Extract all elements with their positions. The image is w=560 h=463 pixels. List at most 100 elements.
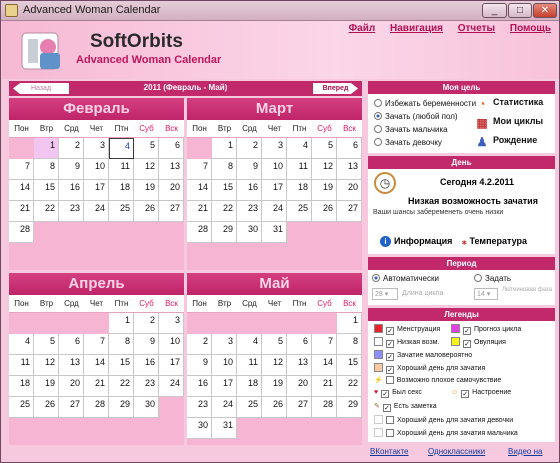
day-cell[interactable]: 8 [337, 334, 362, 355]
day-cell[interactable]: 3 [262, 138, 287, 159]
day-cell[interactable]: 22 [109, 376, 134, 397]
day-cell[interactable]: 22 [337, 376, 362, 397]
day-cell[interactable]: 20 [159, 180, 184, 201]
day-cell[interactable]: 19 [262, 376, 287, 397]
day-cell[interactable]: 10 [262, 159, 287, 180]
vk-link[interactable]: ВКонтакте [370, 447, 409, 456]
temperature-button[interactable]: ⁎ Температура [462, 236, 527, 247]
day-cell[interactable]: 29 [109, 397, 134, 418]
day-cell[interactable]: 9 [237, 159, 262, 180]
day-cell[interactable]: 14 [84, 355, 109, 376]
day-cell[interactable]: 22 [212, 201, 237, 222]
day-cell[interactable]: 26 [34, 397, 59, 418]
day-cell[interactable]: 21 [9, 201, 34, 222]
day-cell[interactable]: 27 [287, 397, 312, 418]
day-cell[interactable]: 18 [9, 376, 34, 397]
day-cell[interactable]: 12 [134, 159, 159, 180]
day-cell[interactable]: 6 [159, 138, 184, 159]
day-cell[interactable]: 5 [262, 334, 287, 355]
day-cell[interactable]: 14 [187, 180, 212, 201]
day-cell[interactable]: 8 [109, 334, 134, 355]
day-cell[interactable]: 25 [287, 201, 312, 222]
legend-girl-day[interactable]: Хороший день для зачатия девочки [374, 415, 513, 424]
day-cell[interactable]: 14 [312, 355, 337, 376]
legend-menstruation[interactable]: ✓ Менструация [374, 324, 440, 335]
day-cell[interactable]: 4 [287, 138, 312, 159]
day-cell[interactable]: 4 [109, 138, 134, 159]
legend-bad-feeling[interactable]: ⚡ Возможно плохое самочувствие [374, 376, 501, 384]
menu-navigation[interactable]: Навигация [390, 23, 443, 34]
ok-link[interactable]: Одноклассники [428, 447, 485, 456]
day-cell[interactable]: 5 [134, 138, 159, 159]
day-cell[interactable]: 15 [34, 180, 59, 201]
day-cell[interactable]: 18 [109, 180, 134, 201]
day-cell[interactable]: 25 [9, 397, 34, 418]
day-cell[interactable]: 12 [312, 159, 337, 180]
day-cell[interactable]: 1 [337, 313, 362, 334]
day-cell[interactable]: 4 [237, 334, 262, 355]
close-button[interactable]: ✕ [533, 3, 557, 18]
day-cell[interactable]: 21 [312, 376, 337, 397]
goal-option-avoid[interactable]: Избежать беременности [374, 99, 476, 108]
day-cell[interactable]: 7 [9, 159, 34, 180]
day-cell[interactable]: 20 [287, 376, 312, 397]
prev-button[interactable]: Назад [13, 83, 69, 94]
day-cell[interactable]: 19 [34, 376, 59, 397]
day-cell[interactable]: 23 [59, 201, 84, 222]
day-cell[interactable]: 3 [212, 334, 237, 355]
day-cell[interactable]: 28 [312, 397, 337, 418]
checkbox-checked[interactable]: ✓ [386, 366, 394, 374]
legend-forecast[interactable]: ✓ Прогноз цикла [451, 324, 521, 335]
day-cell[interactable]: 23 [187, 397, 212, 418]
day-cell[interactable]: 14 [9, 180, 34, 201]
goal-option-boy[interactable]: Зачать мальчика [374, 125, 448, 134]
cycle-length-select[interactable]: 28 ▾ [372, 288, 398, 300]
checkbox-checked[interactable]: ✓ [382, 404, 391, 412]
day-cell[interactable]: 28 [84, 397, 109, 418]
day-cell[interactable]: 6 [59, 334, 84, 355]
day-cell[interactable]: 8 [34, 159, 59, 180]
day-cell[interactable]: 16 [187, 376, 212, 397]
menu-file[interactable]: Файл [349, 23, 376, 34]
menu-help[interactable]: Помощь [510, 23, 551, 34]
day-cell[interactable]: 17 [262, 180, 287, 201]
day-cell[interactable]: 23 [134, 376, 159, 397]
day-cell[interactable]: 11 [109, 159, 134, 180]
day-cell[interactable]: 17 [159, 355, 184, 376]
checkbox[interactable] [385, 376, 394, 384]
goal-option-any[interactable]: Зачать (любой пол) [374, 112, 458, 121]
day-cell[interactable]: 4 [9, 334, 34, 355]
day-cell[interactable]: 2 [187, 334, 212, 355]
day-cell[interactable]: 12 [262, 355, 287, 376]
day-cell[interactable]: 30 [237, 222, 262, 243]
day-cell[interactable]: 6 [287, 334, 312, 355]
day-cell[interactable]: 10 [159, 334, 184, 355]
day-cell[interactable]: 19 [312, 180, 337, 201]
day-cell[interactable]: 11 [9, 355, 34, 376]
minimize-button[interactable]: _ [482, 3, 507, 18]
next-button[interactable]: Вперед [313, 83, 358, 94]
day-cell[interactable]: 9 [134, 334, 159, 355]
day-cell[interactable]: 22 [34, 201, 59, 222]
day-cell[interactable]: 2 [134, 313, 159, 334]
day-cell[interactable]: 10 [212, 355, 237, 376]
day-cell[interactable]: 31 [212, 418, 237, 439]
period-set-radio[interactable]: Задать [474, 274, 511, 283]
day-cell[interactable]: 1 [34, 138, 59, 159]
day-cell[interactable]: 27 [337, 201, 362, 222]
day-cell[interactable]: 7 [312, 334, 337, 355]
statistics-button[interactable]: ◔ Статистика [474, 97, 543, 111]
legend-ovulation[interactable]: ✓ Овуляция [451, 337, 506, 348]
legend-mood[interactable]: ☺ ✓ Настроение [451, 389, 511, 398]
day-cell[interactable]: 17 [84, 180, 109, 201]
day-cell[interactable]: 18 [287, 180, 312, 201]
day-cell[interactable]: 8 [212, 159, 237, 180]
day-cell[interactable]: 13 [287, 355, 312, 376]
legend-boy-day[interactable]: Хороший день для зачатия мальчика [374, 428, 518, 437]
day-cell[interactable]: 3 [84, 138, 109, 159]
day-cell[interactable]: 17 [212, 376, 237, 397]
birth-button[interactable]: ♟ Рождение [474, 135, 538, 149]
day-cell[interactable]: 31 [262, 222, 287, 243]
info-button[interactable]: i Информация [380, 236, 452, 247]
day-cell[interactable]: 15 [109, 355, 134, 376]
